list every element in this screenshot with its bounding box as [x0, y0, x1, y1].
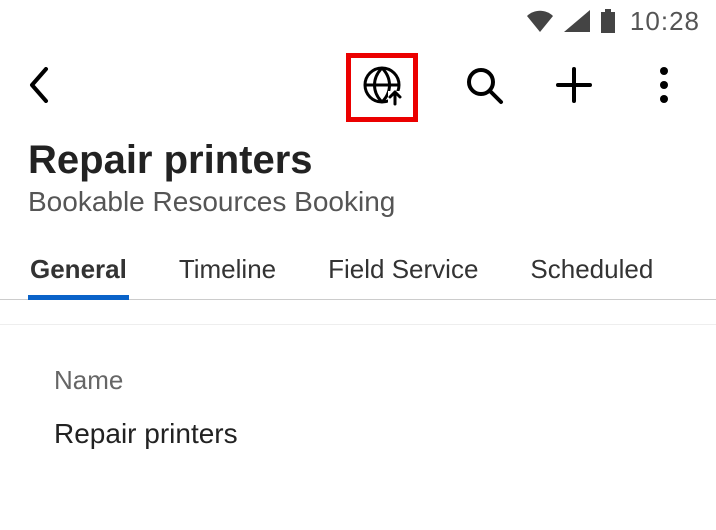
battery-icon: [600, 9, 616, 33]
plus-icon: [554, 65, 594, 110]
offline-upload-button[interactable]: [346, 53, 418, 122]
globe-upload-icon: [361, 64, 403, 111]
tab-field-service[interactable]: Field Service: [326, 254, 480, 299]
page-subtitle: Bookable Resources Booking: [28, 186, 688, 218]
cellular-icon: [564, 10, 590, 32]
wifi-icon: [526, 10, 554, 32]
back-button[interactable]: [28, 63, 68, 111]
field-name-label: Name: [54, 365, 688, 396]
app-bar: [0, 42, 716, 132]
search-icon: [464, 65, 504, 110]
app-bar-actions: [346, 53, 688, 122]
more-vertical-icon: [658, 65, 670, 110]
form-general: Name Repair printers: [0, 324, 716, 450]
status-bar: 10:28: [0, 0, 716, 42]
tab-scheduled[interactable]: Scheduled: [528, 254, 655, 299]
header-titles: Repair printers Bookable Resources Booki…: [0, 132, 716, 236]
page-title: Repair printers: [28, 138, 688, 182]
tab-general[interactable]: General: [28, 254, 129, 299]
more-button[interactable]: [640, 63, 688, 111]
chevron-left-icon: [28, 67, 50, 108]
clock: 10:28: [630, 6, 700, 37]
search-button[interactable]: [460, 63, 508, 111]
tabs: General Timeline Field Service Scheduled: [0, 236, 716, 300]
field-name-value[interactable]: Repair printers: [54, 418, 688, 450]
tab-timeline[interactable]: Timeline: [177, 254, 278, 299]
add-button[interactable]: [550, 63, 598, 111]
